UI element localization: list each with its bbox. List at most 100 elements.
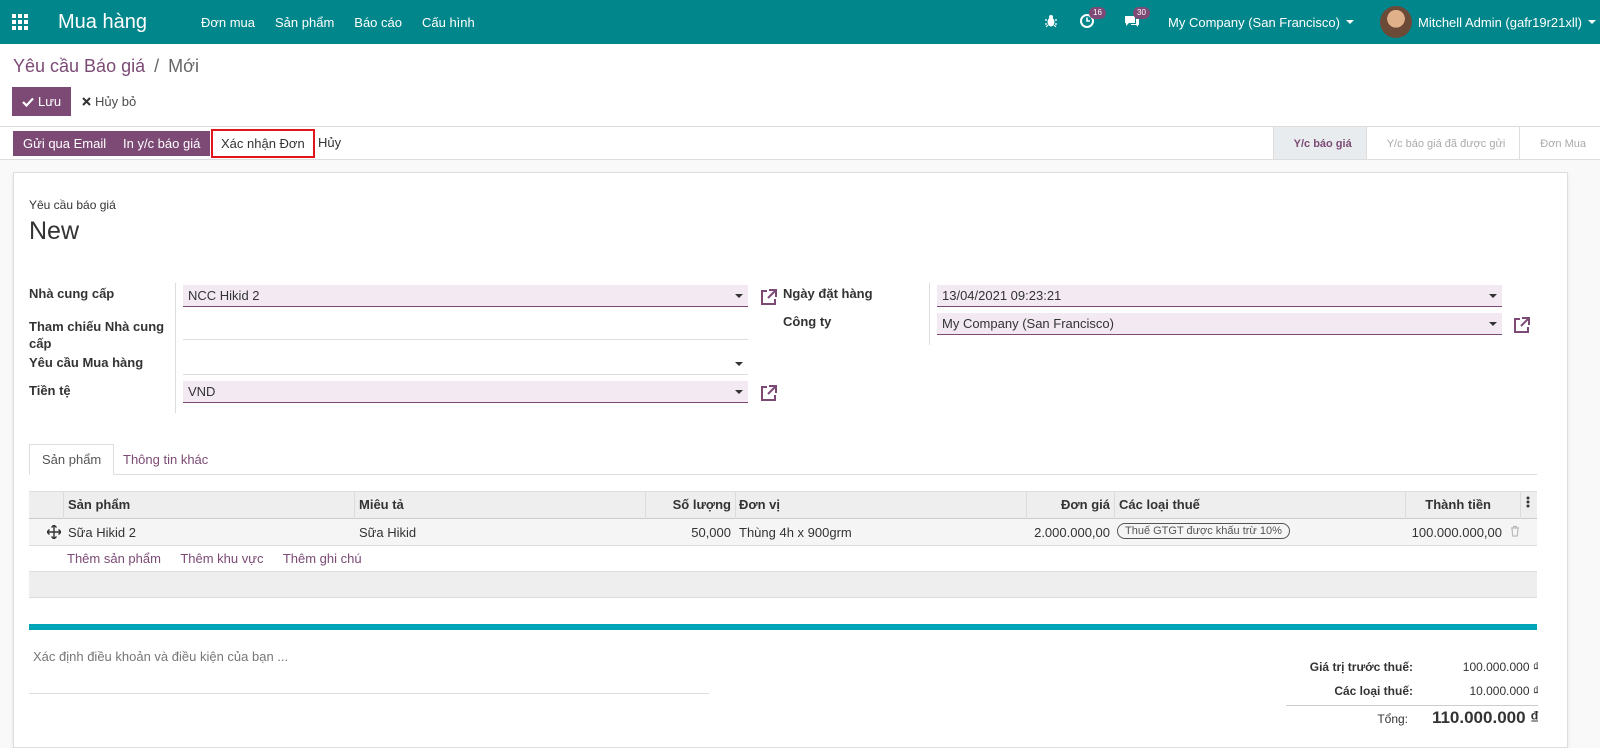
vendor-select[interactable]: NCC Hikid 2 <box>183 285 748 307</box>
order-lines-header: Sản phẩm Miêu tả Số lượng Đơn vị Đơn giá… <box>29 491 1537 519</box>
order-date-label: Ngày đặt hàng <box>783 286 873 301</box>
requisition-select[interactable] <box>183 353 748 375</box>
status-bar: Gửi qua Email In y/c báo giá Xác nhận Đơ… <box>0 127 1600 160</box>
chevron-down-icon <box>735 390 743 394</box>
currency-select[interactable]: VND <box>183 381 748 403</box>
order-date-value: 13/04/2021 09:23:21 <box>942 288 1062 303</box>
drag-handle-icon[interactable] <box>46 524 62 542</box>
chevron-down-icon <box>1588 20 1596 24</box>
top-navbar: Mua hàng Đơn mua Sản phẩm Báo cáo Cấu hì… <box>0 0 1600 44</box>
cell-quantity[interactable]: 50,000 <box>645 525 731 540</box>
user-name: Mitchell Admin (gafr19r21xll) <box>1417 14 1582 30</box>
save-label: Lưu <box>38 94 62 109</box>
totals-divider <box>1286 705 1538 706</box>
notebook-tabs: Sản phẩm Thông tin khác <box>29 444 1537 475</box>
column-product[interactable]: Sản phẩm <box>68 497 130 512</box>
column-description[interactable]: Miêu tả <box>359 497 404 512</box>
company-label: Công ty <box>783 314 832 329</box>
breadcrumb: Yêu cầu Báo giá / Mới <box>13 56 199 77</box>
add-product-link[interactable]: Thêm sản phẩm <box>67 551 161 566</box>
save-button[interactable]: Lưu <box>12 87 72 116</box>
trash-icon[interactable] <box>1510 525 1520 540</box>
cancel-button[interactable]: Hủy <box>318 135 341 150</box>
total-value: 110.000.000 ₫ <box>1431 708 1539 727</box>
vendor-reference-input[interactable] <box>183 318 748 340</box>
tax-badge[interactable]: Thuế GTGT được khấu trừ 10% <box>1117 523 1290 539</box>
untaxed-amount-value: 100.000.000 ₫ <box>1462 660 1539 674</box>
user-avatar <box>1379 6 1412 38</box>
activity-clock-icon[interactable]: 16 <box>1080 6 1106 31</box>
stage-pipeline: Y/c báo giá Y/c báo giá đã được gửi Đơn … <box>1272 127 1600 160</box>
breadcrumb-separator: / <box>154 56 160 76</box>
total-label: Tổng: <box>1377 712 1408 726</box>
vendor-reference-label: Tham chiếu Nhà cung cấp <box>29 319 165 351</box>
external-link-icon[interactable] <box>759 288 779 308</box>
stage-rfq-sent[interactable]: Y/c báo giá đã được gửi <box>1365 127 1520 160</box>
add-line-links: Thêm sản phẩm Thêm khu vực Thêm ghi chú <box>67 551 378 566</box>
app-name[interactable]: Mua hàng <box>58 11 147 34</box>
field-separator <box>929 283 930 345</box>
chevron-down-icon <box>1489 294 1497 298</box>
tab-products[interactable]: Sản phẩm <box>29 444 115 475</box>
external-link-icon[interactable] <box>1512 316 1532 336</box>
company-select[interactable]: My Company (San Francisco) <box>937 313 1502 335</box>
chevron-down-icon <box>1489 322 1497 326</box>
apps-menu-icon[interactable] <box>0 0 40 44</box>
field-separator <box>175 283 176 413</box>
menu-reporting[interactable]: Báo cáo <box>354 15 402 30</box>
add-section-link[interactable]: Thêm khu vực <box>180 551 263 566</box>
optional-columns-icon[interactable] <box>1526 495 1530 512</box>
notes-underline <box>29 693 709 694</box>
user-menu[interactable]: Mitchell Admin (gafr19r21xll) <box>1379 6 1596 38</box>
table-empty-row <box>29 571 1537 598</box>
stage-purchase-order[interactable]: Đơn Mua <box>1519 127 1600 160</box>
confirm-order-button[interactable]: Xác nhận Đơn <box>211 129 315 158</box>
taxes-value: 10.000.000 ₫ <box>1469 684 1539 698</box>
breadcrumb-parent[interactable]: Yêu cầu Báo giá <box>13 56 145 76</box>
vendor-value: NCC Hikid 2 <box>188 288 260 303</box>
breadcrumb-current: Mới <box>168 56 199 76</box>
section-divider-bar <box>29 624 1537 630</box>
table-row[interactable]: Sữa Hikid 2 Sữa Hikid 50,000 Thùng 4h x … <box>29 519 1537 546</box>
external-link-icon[interactable] <box>759 384 779 404</box>
close-icon <box>82 97 91 106</box>
chevron-down-icon <box>735 362 743 366</box>
column-subtotal[interactable]: Thành tiền <box>1405 497 1491 512</box>
vendor-label: Nhà cung cấp <box>29 286 115 301</box>
discard-label: Hủy bỏ <box>95 94 137 109</box>
cell-description[interactable]: Sữa Hikid <box>359 525 416 540</box>
currency-label: Tiền tệ <box>29 383 71 398</box>
column-quantity[interactable]: Số lượng <box>645 497 731 512</box>
company-value: My Company (San Francisco) <box>942 316 1114 331</box>
message-count-badge: 30 <box>1133 6 1150 19</box>
menu-purchase-orders[interactable]: Đơn mua <box>201 15 255 30</box>
tab-other-info[interactable]: Thông tin khác <box>111 444 220 475</box>
chevron-down-icon <box>735 294 743 298</box>
send-email-button[interactable]: Gửi qua Email <box>13 131 117 156</box>
company-name: My Company (San Francisco) <box>1168 14 1340 30</box>
cell-product[interactable]: Sữa Hikid 2 <box>68 525 136 540</box>
terms-conditions-input[interactable]: Xác định điều khoản và điều kiện của bạn… <box>33 649 288 664</box>
requisition-label: Yêu cầu Mua hàng <box>29 355 144 370</box>
menu-products[interactable]: Sản phẩm <box>275 15 334 30</box>
order-date-picker[interactable]: 13/04/2021 09:23:21 <box>937 285 1502 307</box>
company-switcher[interactable]: My Company (San Francisco) <box>1168 15 1354 30</box>
column-unit-price[interactable]: Đơn giá <box>1026 497 1110 512</box>
cell-uom[interactable]: Thùng 4h x 900grm <box>739 525 852 540</box>
document-title: New <box>29 217 80 245</box>
cell-unit-price[interactable]: 2.000.000,00 <box>1026 525 1110 540</box>
currency-value: VND <box>188 384 216 399</box>
add-note-link[interactable]: Thêm ghi chú <box>283 551 362 566</box>
print-rfq-button[interactable]: In y/c báo giá <box>113 131 211 156</box>
menu-configuration[interactable]: Cấu hình <box>422 15 475 30</box>
messages-chat-icon[interactable]: 30 <box>1124 6 1150 31</box>
stage-rfq[interactable]: Y/c báo giá <box>1272 127 1366 160</box>
activity-count-badge: 16 <box>1089 6 1106 19</box>
check-icon <box>22 97 34 107</box>
cell-subtotal: 100.000.000,00 <box>1411 525 1502 540</box>
column-uom[interactable]: Đơn vị <box>739 497 780 512</box>
column-taxes[interactable]: Các loại thuế <box>1119 497 1200 512</box>
document-type-label: Yêu cầu báo giá <box>29 198 116 212</box>
debug-bug-icon[interactable] <box>1044 14 1058 31</box>
discard-button[interactable]: Hủy bỏ <box>82 87 136 116</box>
